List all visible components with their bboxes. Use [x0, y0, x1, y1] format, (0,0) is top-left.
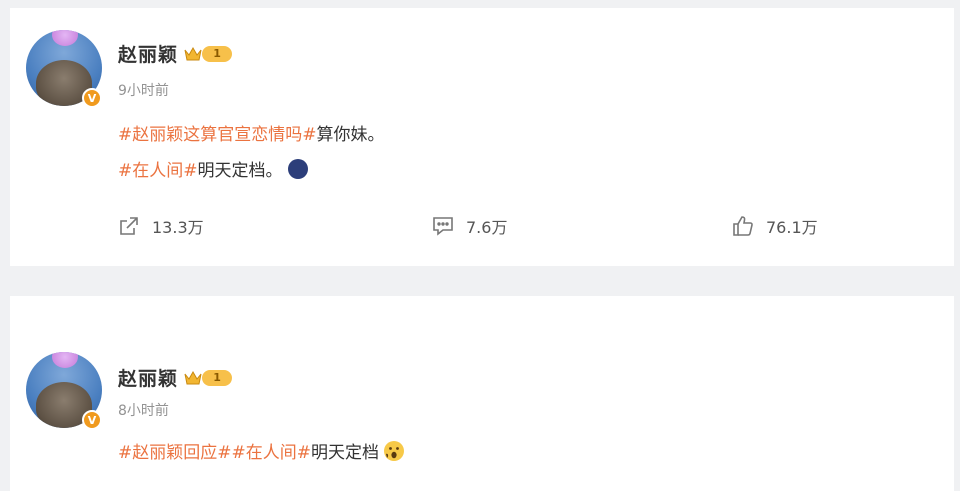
post-time[interactable]: 8小时前	[118, 400, 169, 420]
comment-button[interactable]: 7.6万	[432, 214, 507, 238]
post-text-line: #赵丽颖这算官宣恋情吗# 算你妹。	[118, 120, 385, 145]
weibo-feed: V 赵丽颖 1 9小时前 #赵丽颖这算官宣恋情吗# 算你妹。 #在人间# 明天定…	[0, 0, 960, 491]
share-count: 13.3万	[152, 218, 204, 237]
crown-icon	[184, 46, 202, 60]
hashtag-link[interactable]: #赵丽颖回应##在人间#	[118, 438, 311, 463]
post-text: 明天定档	[310, 443, 379, 463]
verified-badge-icon: V	[82, 88, 102, 108]
comment-icon	[433, 217, 453, 236]
post-card: V 赵丽颖 1 9小时前 #赵丽颖这算官宣恋情吗# 算你妹。 #在人间# 明天定…	[10, 8, 954, 266]
hashtag-link[interactable]: #赵丽颖这算官宣恋情吗#	[118, 120, 317, 145]
crown-icon	[184, 370, 202, 384]
level-badge[interactable]: 1	[184, 45, 233, 63]
post-text: 明天定档。	[197, 161, 283, 181]
level-number: 1	[202, 45, 233, 62]
post-text-line: #在人间# 明天定档。	[118, 156, 309, 181]
user-row: 赵丽颖 1	[118, 40, 233, 67]
username[interactable]: 赵丽颖	[118, 40, 178, 67]
post-time[interactable]: 9小时前	[118, 80, 169, 100]
share-icon	[120, 217, 138, 235]
post-text-line: #赵丽颖回应##在人间# 明天定档	[118, 438, 405, 463]
post-actions: 13.3万 7.6万 76.1万	[10, 214, 954, 244]
like-button[interactable]: 76.1万	[732, 214, 818, 238]
username[interactable]: 赵丽颖	[118, 364, 178, 391]
moon-face-emoji-icon	[287, 158, 308, 179]
hashtag-link[interactable]: #在人间#	[118, 156, 198, 181]
level-number: 1	[202, 369, 233, 386]
thumbs-up-icon	[733, 216, 753, 236]
verified-badge-icon: V	[82, 410, 102, 430]
comment-count: 7.6万	[466, 218, 508, 237]
share-button[interactable]: 13.3万	[118, 214, 204, 238]
shocked-face-emoji-icon	[383, 440, 404, 461]
level-badge[interactable]: 1	[184, 369, 233, 387]
user-row: 赵丽颖 1	[118, 364, 233, 391]
post-text: 算你妹。	[316, 125, 385, 145]
post-card: V 赵丽颖 1 8小时前 #赵丽颖回应##在人间# 明天定档	[10, 296, 954, 491]
like-count: 76.1万	[766, 218, 818, 237]
